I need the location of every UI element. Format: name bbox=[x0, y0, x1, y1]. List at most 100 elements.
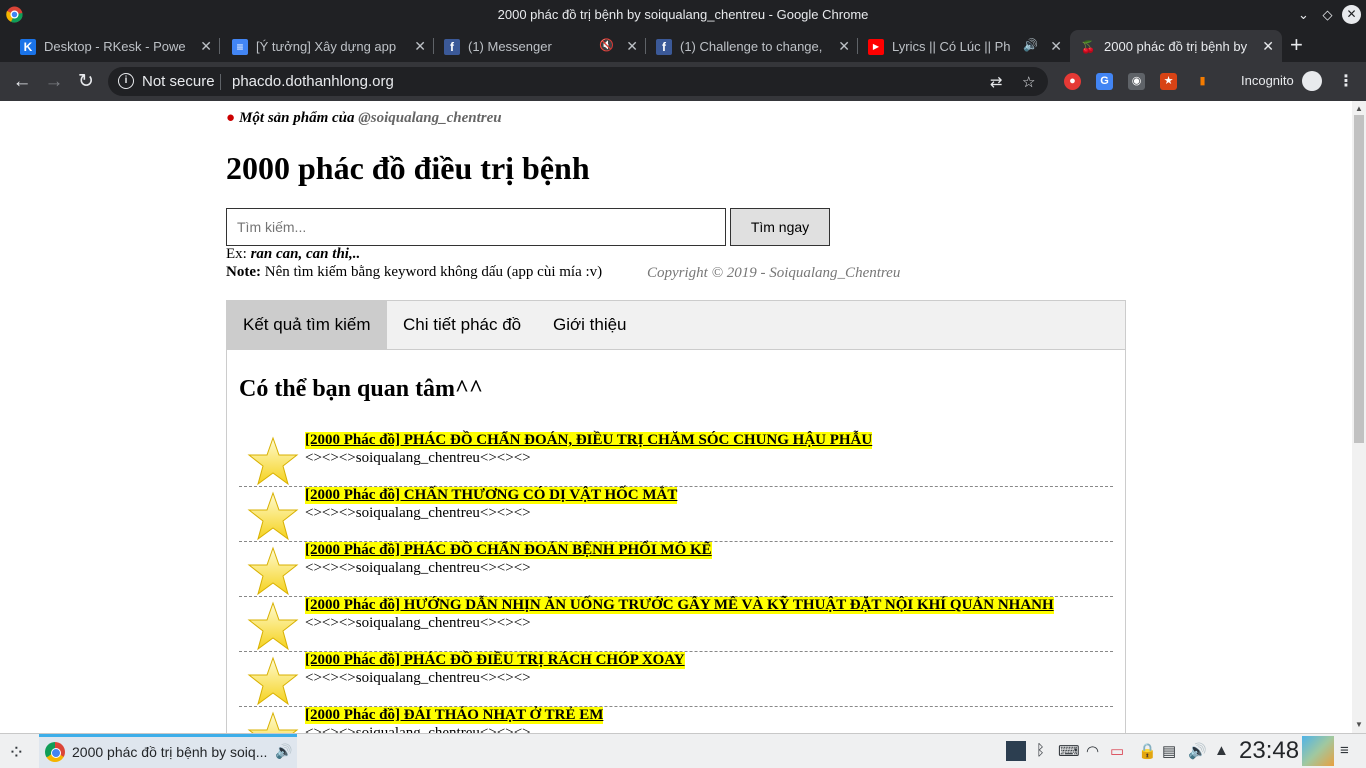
volume-icon[interactable]: 🔊 bbox=[1188, 742, 1207, 760]
result-title-link[interactable]: [2000 Phác đồ] PHÁC ĐỒ CHẨN ĐOÁN BỆNH PH… bbox=[305, 542, 712, 559]
docs-icon: ≡ bbox=[232, 39, 248, 55]
result-author: <><><>soiqualang_chentreu<><><> bbox=[305, 560, 531, 576]
reload-icon[interactable]: ↻ bbox=[74, 70, 98, 94]
tab-ket-qua-tim-kiem[interactable]: Kết quả tìm kiếm bbox=[227, 301, 387, 349]
tab-gioi-thieu[interactable]: Giới thiệu bbox=[537, 301, 643, 349]
restore-button[interactable]: ◇ bbox=[1318, 5, 1337, 24]
muted-audio-icon[interactable]: 🔇 bbox=[599, 38, 614, 52]
star-icon bbox=[247, 491, 299, 541]
tab-messenger[interactable]: f (1) Messenger 🔇 ✕ bbox=[434, 30, 646, 62]
tab-strip: K Desktop - RKesk - Powerd ✕ ≡ [Ý tưởng]… bbox=[0, 29, 1366, 62]
close-icon[interactable]: ✕ bbox=[626, 38, 638, 55]
search-input[interactable] bbox=[226, 208, 726, 246]
result-title-link[interactable]: [2000 Phác đồ] CHẤN THƯƠNG CÓ DỊ VẬT HỐC… bbox=[305, 487, 678, 504]
tab-label: (1) Messenger bbox=[468, 39, 552, 54]
battery-icon[interactable]: ▭ bbox=[1110, 742, 1124, 760]
tab-label: 2000 phác đồ trị bệnh by bbox=[1104, 39, 1248, 54]
omnibox-divider bbox=[220, 74, 221, 90]
wifi-icon[interactable]: ◠ bbox=[1086, 742, 1099, 760]
clock[interactable]: 23:48 bbox=[1239, 737, 1299, 765]
note-text: Nên tìm kiếm bằng keyword không dấu (app… bbox=[264, 264, 603, 280]
star-icon bbox=[247, 436, 299, 486]
tab-label: (1) Challenge to change, bbox=[680, 39, 823, 54]
result-title-link[interactable]: [2000 Phác đồ] PHÁC ĐỒ ĐIỀU TRỊ RÁCH CHÓ… bbox=[305, 652, 685, 669]
result-item: [2000 Phác đồ] PHÁC ĐỒ ĐIỀU TRỊ RÁCH CHÓ… bbox=[239, 652, 1113, 707]
bluetooth-icon[interactable]: ᛒ bbox=[1036, 742, 1045, 759]
security-label[interactable]: Not secure bbox=[142, 73, 215, 90]
star-icon bbox=[247, 546, 299, 596]
example-prefix: Ex: bbox=[226, 246, 247, 262]
brand-handle: @soiqualang_chentreu bbox=[358, 110, 502, 126]
taskbar-chrome-task[interactable]: 2000 phác đồ trị bệnh by soiq... 🔊 bbox=[39, 734, 297, 768]
cherry-icon: 🍒 bbox=[1080, 40, 1096, 54]
translate-icon[interactable]: ⇄ bbox=[990, 73, 1003, 91]
tab-challenge[interactable]: f (1) Challenge to change, ✕ bbox=[646, 30, 858, 62]
close-window-button[interactable]: ✕ bbox=[1342, 5, 1361, 24]
tray-app-icon[interactable] bbox=[1006, 741, 1026, 761]
result-title-link[interactable]: [2000 Phác đồ] HƯỚNG DẪN NHỊN ĂN UỐNG TR… bbox=[305, 597, 1054, 614]
bookmark-star-icon[interactable]: ☆ bbox=[1022, 73, 1035, 91]
page-title: 2000 phác đồ điều trị bệnh bbox=[226, 150, 590, 186]
tab-phacdo-active[interactable]: 🍒 2000 phác đồ trị bệnh by ✕ bbox=[1070, 30, 1282, 62]
url-text[interactable]: phacdo.dothanhlong.org bbox=[232, 73, 394, 90]
system-taskbar: ⁘ 2000 phác đồ trị bệnh by soiq... 🔊 ᛒ ⌨… bbox=[0, 733, 1366, 768]
tab-label: Desktop - RKesk - Powerd bbox=[44, 39, 186, 54]
app-launcher-icon[interactable]: ⁘ bbox=[8, 740, 25, 765]
forward-arrow-icon[interactable]: → bbox=[42, 70, 66, 94]
section-title: Có thể bạn quan tâm^^ bbox=[239, 376, 483, 402]
clipboard-icon[interactable]: ▤ bbox=[1162, 742, 1176, 760]
address-bar[interactable]: i Not secure phacdo.dothanhlong.org ⇄ ☆ bbox=[108, 67, 1048, 96]
page-scrollbar[interactable]: ▲ ▼ bbox=[1352, 101, 1366, 733]
result-item: [2000 Phác đồ] HƯỚNG DẪN NHỊN ĂN UỐNG TR… bbox=[239, 597, 1113, 652]
search-button[interactable]: Tìm ngay bbox=[730, 208, 830, 246]
result-title-link[interactable]: [2000 Phác đồ] PHÁC ĐỒ CHẨN ĐOÁN, ĐIỀU T… bbox=[305, 432, 873, 449]
tab-rkesk[interactable]: K Desktop - RKesk - Powerd ✕ bbox=[10, 30, 220, 62]
tab-chi-tiet-phac-do[interactable]: Chi tiết phác đồ bbox=[387, 301, 537, 349]
scrollbar-thumb[interactable] bbox=[1354, 115, 1364, 443]
keyboard-icon[interactable]: ⌨ bbox=[1058, 742, 1080, 760]
brand-prefix: Một sản phẩm của bbox=[239, 110, 355, 126]
close-icon[interactable]: ✕ bbox=[200, 38, 212, 55]
result-title-link[interactable]: [2000 Phác đồ] ĐÁI THÁO NHẠT Ở TRẺ EM bbox=[305, 707, 604, 724]
window-title: 2000 phác đồ trị bệnh by soiqualang_chen… bbox=[497, 7, 869, 22]
close-icon[interactable]: ✕ bbox=[1050, 38, 1062, 55]
note-label: Note: bbox=[226, 264, 261, 280]
back-arrow-icon[interactable]: ← bbox=[10, 70, 34, 94]
lock-icon[interactable]: 🔒 bbox=[1138, 742, 1157, 760]
incognito-icon bbox=[1302, 71, 1322, 91]
chrome-icon bbox=[45, 742, 65, 762]
content-tabs-panel: Kết quả tìm kiếm Chi tiết phác đồ Giới t… bbox=[226, 300, 1126, 733]
audio-playing-icon: 🔊 bbox=[275, 743, 293, 759]
info-icon[interactable]: i bbox=[118, 73, 134, 89]
brand-line: ● Một sản phẩm của @soiqualang_chentreu bbox=[226, 110, 502, 127]
star-icon bbox=[247, 656, 299, 706]
youtube-icon: ▶ bbox=[868, 39, 884, 55]
scroll-down-icon[interactable]: ▼ bbox=[1355, 720, 1363, 729]
task-label: 2000 phác đồ trị bệnh by soiq... bbox=[72, 744, 268, 760]
minimize-button[interactable]: ⌄ bbox=[1294, 5, 1313, 24]
extension-bulb-icon[interactable]: ◉ bbox=[1128, 73, 1145, 90]
star-icon bbox=[247, 601, 299, 651]
scroll-up-icon[interactable]: ▲ bbox=[1355, 104, 1363, 113]
extension-star-icon[interactable]: ★ bbox=[1160, 73, 1177, 90]
tab-lyrics[interactable]: ▶ Lyrics || Có Lúc || Ph 🔊 ✕ bbox=[858, 30, 1070, 62]
new-tab-button[interactable]: + bbox=[1290, 34, 1303, 56]
google-translate-extension-icon[interactable]: G bbox=[1096, 73, 1113, 90]
result-item: [2000 Phác đồ] ĐÁI THÁO NHẠT Ở TRẺ EM <>… bbox=[239, 707, 1113, 733]
close-icon[interactable]: ✕ bbox=[1262, 38, 1274, 55]
result-author: <><><>soiqualang_chentreu<><><> bbox=[305, 725, 531, 733]
close-icon[interactable]: ✕ bbox=[838, 38, 850, 55]
tray-expand-icon[interactable]: ▲ bbox=[1214, 742, 1229, 759]
tab-separator bbox=[219, 38, 220, 54]
extension-orange-icon[interactable]: ▮ bbox=[1194, 73, 1211, 90]
close-icon[interactable]: ✕ bbox=[414, 38, 426, 55]
desktop-preview-icon[interactable] bbox=[1302, 736, 1334, 766]
audio-playing-icon[interactable]: 🔊 bbox=[1023, 38, 1038, 52]
tab-xay-dung-app[interactable]: ≡ [Ý tưởng] Xây dựng app ✕ bbox=[222, 30, 434, 62]
panel-menu-icon[interactable]: ≡ bbox=[1340, 742, 1349, 759]
web-page: ● Một sản phẩm của @soiqualang_chentreu 2… bbox=[0, 101, 1352, 733]
extension-red-icon[interactable]: ● bbox=[1064, 73, 1081, 90]
cherry-icon: ● bbox=[226, 110, 236, 126]
menu-dots-icon[interactable]: ⋮ bbox=[1338, 71, 1354, 91]
star-icon bbox=[247, 711, 299, 733]
